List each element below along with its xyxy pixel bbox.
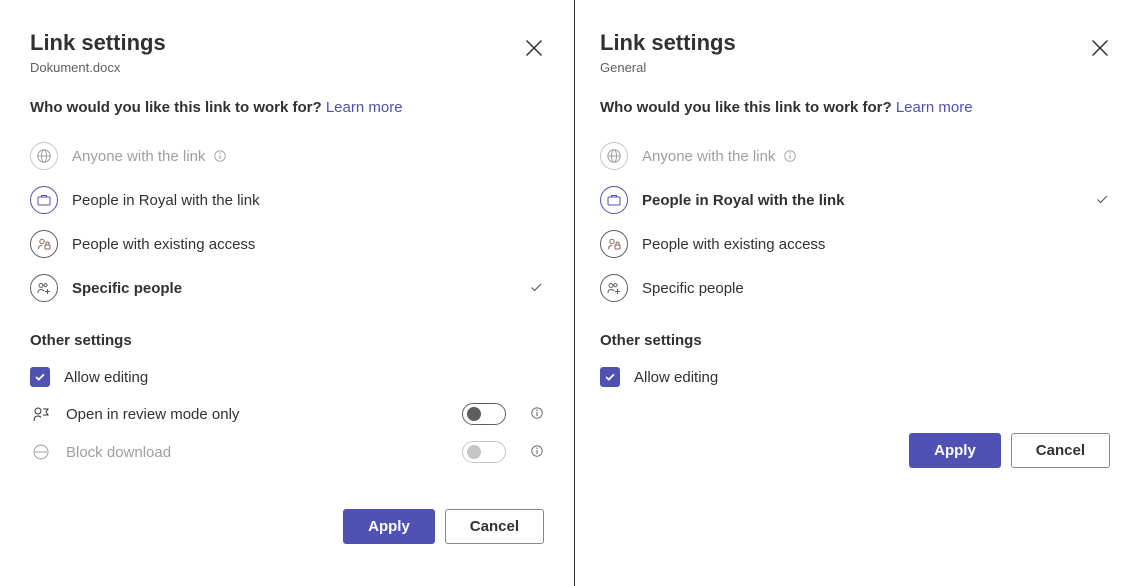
close-button[interactable] — [524, 38, 544, 58]
review-mode-toggle[interactable] — [462, 403, 506, 425]
prompt-question: Who would you like this link to work for… — [30, 99, 544, 116]
globe-icon — [30, 142, 58, 170]
setting-allow-editing: Allow editing — [30, 359, 544, 395]
document-name: Dokument.docx — [30, 60, 544, 75]
setting-allow-editing: Allow editing — [600, 359, 1110, 395]
cancel-button[interactable]: Cancel — [445, 509, 544, 544]
option-specific-label: Specific people — [72, 280, 182, 297]
briefcase-icon — [30, 186, 58, 214]
close-icon — [1090, 38, 1110, 58]
option-existing-access[interactable]: People with existing access — [600, 222, 1110, 266]
allow-editing-label: Allow editing — [64, 369, 544, 386]
apply-button[interactable]: Apply — [909, 433, 1001, 468]
prompt-text: Who would you like this link to work for… — [600, 99, 892, 116]
option-anyone-label: Anyone with the link — [642, 148, 775, 165]
block-download-label: Block download — [66, 444, 448, 461]
allow-editing-label: Allow editing — [634, 369, 1110, 386]
setting-review-mode: Open in review mode only — [30, 395, 544, 433]
other-settings-header: Other settings — [600, 332, 1110, 349]
info-icon[interactable] — [530, 406, 544, 423]
option-people-in-org[interactable]: People in Royal with the link — [600, 178, 1110, 222]
document-name: General — [600, 60, 1110, 75]
dialog-title: Link settings — [600, 30, 1110, 56]
block-icon — [30, 442, 52, 462]
close-button[interactable] — [1090, 38, 1110, 58]
close-icon — [524, 38, 544, 58]
review-icon — [30, 404, 52, 424]
info-icon[interactable] — [213, 149, 227, 163]
prompt-text: Who would you like this link to work for… — [30, 99, 322, 116]
option-org-label: People in Royal with the link — [642, 192, 845, 209]
setting-block-download: Block download — [30, 433, 544, 471]
option-existing-label: People with existing access — [642, 236, 825, 253]
link-settings-panel-left: Link settings Dokument.docx Who would yo… — [0, 0, 575, 586]
check-icon — [33, 370, 47, 384]
allow-editing-checkbox[interactable] — [600, 367, 620, 387]
option-specific-people[interactable]: Specific people — [30, 266, 544, 310]
option-anyone-label: Anyone with the link — [72, 148, 205, 165]
people-plus-icon — [600, 274, 628, 302]
apply-button[interactable]: Apply — [343, 509, 435, 544]
option-existing-label: People with existing access — [72, 236, 255, 253]
people-lock-icon — [600, 230, 628, 258]
dialog-buttons: Apply Cancel — [30, 509, 544, 544]
dialog-buttons: Apply Cancel — [600, 433, 1110, 468]
option-org-label: People in Royal with the link — [72, 192, 260, 209]
learn-more-link[interactable]: Learn more — [896, 99, 973, 116]
option-specific-label: Specific people — [642, 280, 744, 297]
option-existing-access[interactable]: People with existing access — [30, 222, 544, 266]
people-lock-icon — [30, 230, 58, 258]
briefcase-icon — [600, 186, 628, 214]
check-icon — [603, 370, 617, 384]
option-anyone[interactable]: Anyone with the link — [30, 134, 544, 178]
people-plus-icon — [30, 274, 58, 302]
info-icon[interactable] — [530, 444, 544, 461]
option-people-in-org[interactable]: People in Royal with the link — [30, 178, 544, 222]
other-settings-header: Other settings — [30, 332, 544, 349]
option-specific-people[interactable]: Specific people — [600, 266, 1110, 310]
link-settings-panel-right: Link settings General Who would you like… — [575, 0, 1140, 586]
info-icon[interactable] — [783, 149, 797, 163]
learn-more-link[interactable]: Learn more — [326, 99, 403, 116]
cancel-button[interactable]: Cancel — [1011, 433, 1110, 468]
prompt-question: Who would you like this link to work for… — [600, 99, 1110, 116]
option-anyone[interactable]: Anyone with the link — [600, 134, 1110, 178]
allow-editing-checkbox[interactable] — [30, 367, 50, 387]
block-download-toggle — [462, 441, 506, 463]
checkmark-icon — [1094, 191, 1110, 210]
review-mode-label: Open in review mode only — [66, 406, 448, 423]
dialog-title: Link settings — [30, 30, 544, 56]
checkmark-icon — [528, 279, 544, 298]
globe-icon — [600, 142, 628, 170]
